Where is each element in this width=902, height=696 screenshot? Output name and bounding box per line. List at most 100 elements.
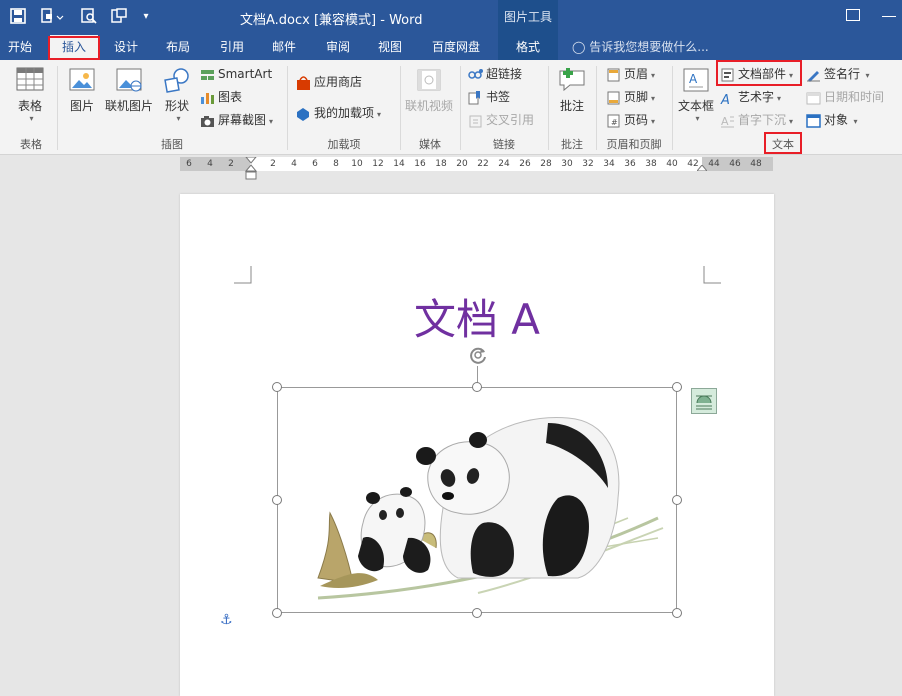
ruler-number: 20	[456, 159, 468, 169]
my-addins-button[interactable]: 我的加载项 ▾	[296, 103, 381, 123]
ruler-number: 30	[561, 159, 573, 169]
group-label-illustrations: 插图	[161, 138, 183, 151]
tab-baidu-netdisk[interactable]: 百度网盘	[424, 35, 488, 60]
tab-design[interactable]: 设计	[106, 35, 146, 60]
svg-text:#: #	[611, 118, 618, 127]
drop-cap-button[interactable]: A 首字下沉 ▾	[720, 110, 793, 130]
customize-qat-icon[interactable]: ▾	[140, 8, 152, 26]
resize-handle-bottom-center[interactable]	[472, 608, 482, 618]
save-icon[interactable]	[10, 8, 26, 26]
screenshot-button[interactable]: 屏幕截图 ▾	[200, 110, 273, 130]
tab-mailings[interactable]: 邮件	[264, 35, 304, 60]
ruler-number: 6	[312, 159, 318, 169]
ruler-number: 38	[645, 159, 657, 169]
store-button[interactable]: 应用商店	[296, 72, 362, 92]
ruler-number: 48	[750, 159, 762, 169]
tab-references[interactable]: 引用	[212, 35, 252, 60]
ruler-number: 40	[666, 159, 678, 169]
tab-home[interactable]: 开始	[0, 35, 40, 60]
page-number-icon: #	[607, 114, 620, 127]
layout-options-icon[interactable]	[691, 388, 717, 414]
online-picture-button[interactable]: 联机图片	[104, 66, 154, 114]
store-icon	[297, 75, 310, 90]
chevron-down-icon: ▾	[377, 110, 382, 119]
touch-mode-icon[interactable]	[110, 8, 128, 26]
chevron-down-icon: ▾	[851, 117, 858, 126]
ribbon-display-icon[interactable]	[846, 9, 860, 21]
group-divider	[400, 66, 401, 150]
resize-handle-top-center[interactable]	[472, 382, 482, 392]
selected-picture[interactable]	[277, 387, 677, 613]
ruler-number: 4	[291, 159, 297, 169]
anchor-icon: ⚓	[220, 612, 233, 628]
ruler-number: 6	[186, 159, 192, 169]
wordart-icon: A	[720, 93, 730, 105]
wordart-button[interactable]: A 艺术字 ▾	[720, 87, 781, 107]
online-video-button[interactable]: 联机视频	[402, 66, 456, 114]
svg-text:A: A	[721, 115, 729, 128]
minimize-icon[interactable]	[882, 16, 896, 17]
chart-button[interactable]: 图表	[200, 87, 242, 107]
document-heading[interactable]: 文档 A	[180, 286, 774, 347]
title-bar: ▾ 文档A.docx [兼容模式] - Word 图片工具	[0, 0, 902, 35]
cross-reference-button[interactable]: 交叉引用	[468, 110, 534, 130]
footer-icon	[607, 91, 620, 104]
signature-line-button[interactable]: 签名行 ▾	[806, 64, 870, 84]
group-divider	[460, 66, 461, 150]
document-page[interactable]: 文档 A ⚓	[180, 194, 774, 696]
table-icon	[16, 67, 44, 91]
tab-layout[interactable]: 布局	[158, 35, 198, 60]
resize-handle-top-right[interactable]	[672, 382, 682, 392]
tab-review[interactable]: 审阅	[318, 35, 358, 60]
addins-icon	[297, 107, 309, 121]
ruler-number: 4	[207, 159, 213, 169]
chevron-down-icon: ▾	[651, 117, 656, 126]
ribbon-tabs: 开始 插入 设计 布局 引用 邮件 审阅 视图 百度网盘 格式 ◯ 告诉我您想要…	[0, 35, 902, 60]
header-icon	[607, 68, 620, 81]
ruler-number: 28	[540, 159, 552, 169]
smartart-button[interactable]: SmartArt	[200, 64, 272, 84]
tell-me-box[interactable]: ◯ 告诉我您想要做什么...	[572, 35, 709, 60]
table-button[interactable]: 表格 ▾	[8, 66, 52, 123]
right-indent-marker-icon[interactable]	[697, 165, 707, 171]
undo-icon[interactable]	[40, 8, 64, 26]
ribbon-insert: 表格 ▾ 表格 图片 联机图片 形状 ▾ SmartArt 图表 屏幕截图 ▾ 插…	[0, 60, 902, 155]
tab-view[interactable]: 视图	[370, 35, 410, 60]
tab-insert[interactable]: 插入	[50, 35, 98, 60]
group-label-text: 文本	[772, 138, 794, 151]
footer-button[interactable]: 页脚 ▾	[606, 87, 655, 107]
page-number-button[interactable]: # 页码 ▾	[606, 110, 655, 130]
resize-handle-middle-right[interactable]	[672, 495, 682, 505]
picture-button[interactable]: 图片	[62, 66, 102, 114]
camera-icon	[201, 115, 214, 127]
chevron-down-icon: ▾	[789, 117, 794, 126]
date-time-button[interactable]: 日期和时间	[806, 87, 884, 107]
object-button[interactable]: 对象 ▾	[806, 110, 858, 130]
indent-marker-icon[interactable]	[245, 157, 257, 181]
shapes-button[interactable]: 形状 ▾	[158, 66, 196, 123]
picture-icon	[69, 68, 95, 91]
group-divider	[287, 66, 288, 150]
resize-handle-bottom-left[interactable]	[272, 608, 282, 618]
ruler-number: 10	[351, 159, 363, 169]
bookmark-icon	[468, 90, 480, 104]
resize-handle-bottom-right[interactable]	[672, 608, 682, 618]
ruler-number: 2	[228, 159, 234, 169]
quick-parts-button[interactable]: 文档部件 ▾	[720, 64, 793, 84]
comment-button[interactable]: 批注	[554, 66, 590, 114]
tab-format[interactable]: 格式	[498, 35, 558, 60]
hyperlink-button[interactable]: 超链接	[468, 64, 522, 84]
resize-handle-middle-left[interactable]	[272, 495, 282, 505]
ruler-number: 44	[708, 159, 720, 169]
rotate-handle-icon[interactable]	[467, 344, 489, 366]
group-label-addins: 加载项	[327, 138, 361, 151]
shapes-icon	[164, 68, 189, 93]
header-button[interactable]: 页眉 ▾	[606, 64, 655, 84]
bookmark-button[interactable]: 书签	[468, 87, 510, 107]
resize-handle-top-left[interactable]	[272, 382, 282, 392]
print-preview-icon[interactable]	[80, 8, 98, 26]
textbox-button[interactable]: A 文本框 ▾	[676, 66, 716, 123]
calendar-icon	[806, 92, 821, 104]
group-divider	[57, 66, 58, 150]
horizontal-ruler[interactable]: 6 4 2 2 4 6 8 10 12 14 16 18 20 22 24 26…	[180, 157, 773, 180]
